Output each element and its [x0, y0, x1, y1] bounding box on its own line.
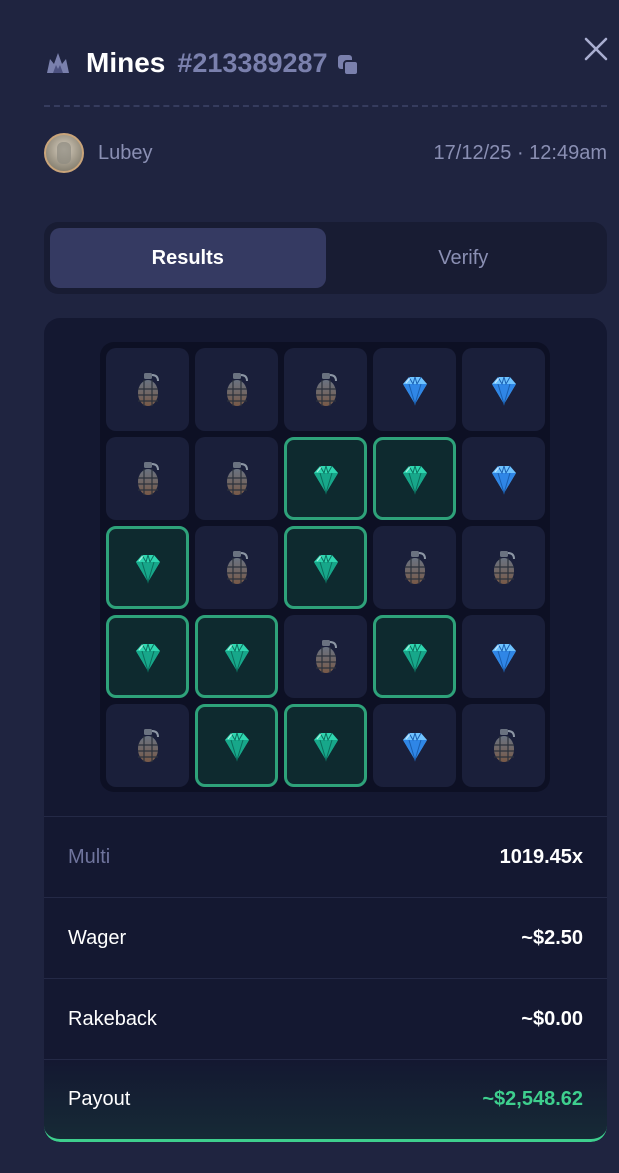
tile-mine: [195, 348, 278, 431]
green-gem-icon: [128, 637, 168, 677]
close-icon: [584, 37, 608, 61]
green-gem-icon: [306, 548, 346, 588]
copy-icon[interactable]: [336, 53, 360, 77]
grenade-icon: [128, 726, 168, 766]
green-gem-icon: [306, 459, 346, 499]
tile-gem: [462, 437, 545, 520]
blue-gem-icon: [395, 370, 435, 410]
game-title: Mines: [86, 47, 166, 78]
green-gem-icon: [217, 637, 257, 677]
rakeback-label: Rakeback: [68, 1007, 157, 1030]
multi-value: 1019.45x: [499, 845, 583, 868]
green-gem-icon: [306, 726, 346, 766]
tile-mine: [462, 704, 545, 787]
grenade-icon: [217, 459, 257, 499]
blue-gem-icon: [484, 459, 524, 499]
tile-gem: [462, 615, 545, 698]
bet-timestamp: 17/12/25 · 12:49am: [433, 141, 607, 164]
results-card: Multi 1019.45x Wager ~$2.50 Rakeback ~$0…: [44, 318, 607, 1142]
modal-header: Mines #213389287: [44, 40, 360, 86]
tile-gem-picked: [106, 526, 189, 609]
tile-gem-picked: [373, 437, 456, 520]
wager-label: Wager: [68, 926, 127, 949]
tile-gem-picked: [106, 615, 189, 698]
mines-game-icon: [44, 49, 72, 77]
stat-row-payout: Payout ~$2,548.62: [44, 1059, 607, 1142]
tile-gem-picked: [284, 704, 367, 787]
grenade-icon: [484, 548, 524, 588]
grenade-icon: [128, 370, 168, 410]
grenade-icon: [306, 370, 346, 410]
header-divider: [44, 105, 607, 107]
blue-gem-icon: [484, 637, 524, 677]
tile-mine: [106, 348, 189, 431]
grenade-icon: [395, 548, 435, 588]
tile-mine: [462, 526, 545, 609]
stat-row-rakeback: Rakeback ~$0.00: [44, 978, 607, 1059]
tile-mine: [106, 437, 189, 520]
tile-mine: [284, 615, 367, 698]
stat-row-multi: Multi 1019.45x: [44, 816, 607, 897]
tab-verify[interactable]: Verify: [326, 228, 602, 288]
payout-label: Payout: [68, 1088, 131, 1110]
blue-gem-icon: [395, 726, 435, 766]
tile-gem-picked: [284, 437, 367, 520]
tile-gem: [462, 348, 545, 431]
green-gem-icon: [395, 637, 435, 677]
green-gem-icon: [395, 459, 435, 499]
grenade-icon: [217, 370, 257, 410]
bet-stats: Multi 1019.45x Wager ~$2.50 Rakeback ~$0…: [44, 816, 607, 1142]
bet-details-modal: Mines #213389287 Lubey 17/12/25 · 12:49a…: [0, 0, 619, 1173]
tile-mine: [373, 526, 456, 609]
green-gem-icon: [128, 548, 168, 588]
tile-gem-picked: [284, 526, 367, 609]
tile-gem-picked: [195, 704, 278, 787]
grenade-icon: [484, 726, 524, 766]
tile-gem: [373, 704, 456, 787]
blue-gem-icon: [484, 370, 524, 410]
game-id: #213389287: [177, 47, 328, 78]
tab-results[interactable]: Results: [50, 228, 326, 288]
grenade-icon: [306, 637, 346, 677]
grenade-icon: [128, 459, 168, 499]
tab-bar: Results Verify: [44, 222, 607, 294]
close-button[interactable]: [583, 36, 609, 62]
tile-mine: [195, 437, 278, 520]
username[interactable]: Lubey: [98, 142, 153, 165]
avatar[interactable]: [44, 133, 84, 173]
tile-gem: [373, 348, 456, 431]
tile-mine: [106, 704, 189, 787]
rakeback-value: ~$0.00: [521, 1007, 583, 1030]
tile-gem-picked: [195, 615, 278, 698]
green-gem-icon: [217, 726, 257, 766]
user-row: Lubey 17/12/25 · 12:49am: [44, 131, 607, 175]
tile-gem-picked: [373, 615, 456, 698]
multi-label: Multi: [68, 845, 111, 868]
stat-row-wager: Wager ~$2.50: [44, 897, 607, 978]
tile-mine: [195, 526, 278, 609]
mines-board: [100, 342, 550, 792]
tile-mine: [284, 348, 367, 431]
payout-value: ~$2,548.62: [482, 1088, 583, 1110]
wager-value: ~$2.50: [521, 926, 583, 949]
grenade-icon: [217, 548, 257, 588]
